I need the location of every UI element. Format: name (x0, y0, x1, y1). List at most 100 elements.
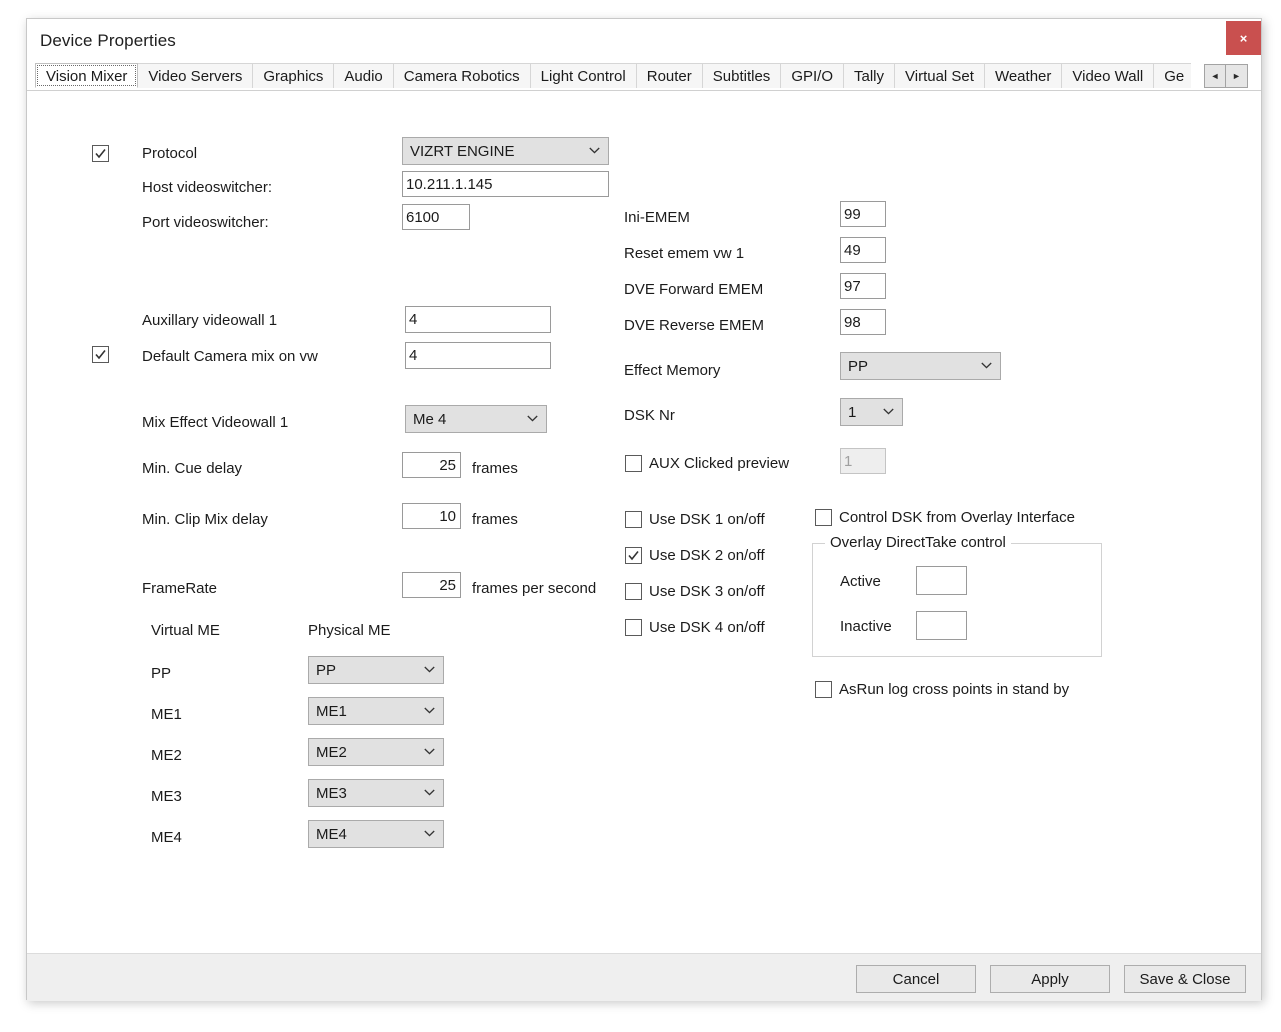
use-dsk-1-row[interactable]: Use DSK 1 on/off (625, 511, 765, 528)
mix-effect-videowall-select[interactable]: Me 4 (405, 405, 547, 433)
port-videoswitcher-label: Port videoswitcher: (142, 214, 269, 231)
chevron-down-icon (527, 415, 538, 422)
framerate-input[interactable] (402, 572, 461, 598)
tab-audio[interactable]: Audio (333, 63, 394, 88)
ini-emem-label: Ini-EMEM (624, 209, 690, 226)
tab-general[interactable]: Ge (1153, 63, 1191, 88)
tab-virtual-set[interactable]: Virtual Set (894, 63, 985, 88)
tab-weather[interactable]: Weather (983, 63, 1063, 88)
check-icon (94, 348, 107, 361)
asrun-log-row[interactable]: AsRun log cross points in stand by (815, 681, 1069, 698)
tab-subtitles[interactable]: Subtitles (701, 63, 782, 88)
vision-mixer-panel: Protocol VIZRT ENGINE Host videoswitcher… (27, 91, 1261, 953)
me-row-virtual-label: ME2 (151, 747, 182, 764)
tab-light-control[interactable]: Light Control (529, 63, 637, 88)
chevron-down-icon (424, 666, 435, 673)
overlay-active-label: Active (840, 573, 881, 590)
tab-scroll-left-icon[interactable]: ◄ (1204, 64, 1226, 88)
asrun-log-checkbox[interactable] (815, 681, 832, 698)
default-camera-mix-checkbox[interactable] (92, 346, 109, 363)
tab-gpio[interactable]: GPI/O (780, 63, 844, 88)
tab-router[interactable]: Router (635, 63, 703, 88)
virtual-me-header: Virtual ME (151, 622, 220, 639)
dialog-footer: Cancel Apply Save & Close (27, 953, 1261, 1001)
ini-emem-input[interactable] (840, 201, 886, 227)
protocol-select-value: VIZRT ENGINE (410, 143, 515, 160)
chevron-down-icon (424, 789, 435, 796)
chevron-down-icon (424, 830, 435, 837)
me-row-physical-select[interactable]: ME2 (308, 738, 444, 766)
overlay-active-input[interactable] (916, 566, 967, 595)
dsk-nr-select[interactable]: 1 (840, 398, 903, 426)
me-row-physical-select[interactable]: ME3 (308, 779, 444, 807)
tab-tally[interactable]: Tally (843, 63, 896, 88)
dve-reverse-emem-input[interactable] (840, 309, 886, 335)
protocol-label: Protocol (142, 145, 198, 162)
dsk-nr-value: 1 (848, 404, 857, 421)
close-icon[interactable]: × (1226, 21, 1261, 55)
me-row-physical-value: ME4 (316, 826, 347, 843)
overlay-inactive-input[interactable] (916, 611, 967, 640)
chevron-down-icon (589, 147, 600, 154)
apply-button[interactable]: Apply (990, 965, 1110, 993)
tab-scroll-right-icon[interactable]: ► (1226, 64, 1248, 88)
aux-videowall-input[interactable] (405, 306, 551, 333)
me-row-virtual-label: ME3 (151, 788, 182, 805)
control-dsk-overlay-checkbox[interactable] (815, 509, 832, 526)
control-dsk-overlay-label: Control DSK from Overlay Interface (839, 509, 1075, 526)
aux-clicked-preview-checkbox[interactable] (625, 455, 642, 472)
use-dsk-2-row[interactable]: Use DSK 2 on/off (625, 547, 765, 564)
effect-memory-select[interactable]: PP (840, 352, 1001, 380)
tab-video-servers[interactable]: Video Servers (137, 63, 254, 88)
framerate-label: FrameRate (142, 580, 218, 597)
host-videoswitcher-input[interactable] (402, 171, 609, 197)
save-close-button[interactable]: Save & Close (1124, 965, 1246, 993)
tab-camera-robotics[interactable]: Camera Robotics (392, 63, 531, 88)
device-properties-window: Device Properties × Vision Mixer Video Se… (26, 18, 1262, 1001)
check-icon (94, 147, 107, 160)
cancel-button[interactable]: Cancel (856, 965, 976, 993)
use-dsk-1-checkbox[interactable] (625, 511, 642, 528)
cue-delay-input[interactable] (402, 452, 461, 478)
aux-clicked-preview-row[interactable]: AUX Clicked preview (625, 455, 789, 472)
tab-video-wall[interactable]: Video Wall (1061, 63, 1155, 88)
dve-reverse-emem-label: DVE Reverse EMEM (624, 317, 765, 334)
me-row-physical-select[interactable]: ME1 (308, 697, 444, 725)
protocol-select[interactable]: VIZRT ENGINE (402, 137, 609, 165)
overlay-directtake-title: Overlay DirectTake control (825, 534, 1011, 551)
check-icon (627, 549, 640, 562)
control-dsk-overlay-row[interactable]: Control DSK from Overlay Interface (815, 509, 1075, 526)
use-dsk-4-checkbox[interactable] (625, 619, 642, 636)
chevron-down-icon (424, 707, 435, 714)
me-row-physical-value: PP (316, 662, 337, 679)
mix-effect-videowall-label: Mix Effect Videowall 1 (142, 414, 289, 431)
use-dsk-4-row[interactable]: Use DSK 4 on/off (625, 619, 765, 636)
default-camera-mix-input[interactable] (405, 342, 551, 369)
reset-emem-input[interactable] (840, 237, 886, 263)
dsk-nr-label: DSK Nr (624, 407, 675, 424)
tab-graphics[interactable]: Graphics (252, 63, 335, 88)
use-dsk-2-checkbox[interactable] (625, 547, 642, 564)
clip-mix-delay-label: Min. Clip Mix delay (142, 511, 268, 528)
me-row-physical-value: ME3 (316, 785, 347, 802)
chevron-down-icon (883, 408, 894, 415)
me-row-physical-select[interactable]: ME4 (308, 820, 444, 848)
chevron-down-icon (981, 362, 992, 369)
use-dsk-2-label: Use DSK 2 on/off (649, 547, 765, 564)
aux-videowall-label: Auxillary videowall 1 (142, 312, 278, 329)
cue-delay-unit: frames (472, 460, 518, 477)
clip-mix-delay-input[interactable] (402, 503, 461, 529)
overlay-inactive-label: Inactive (840, 618, 892, 635)
use-dsk-3-checkbox[interactable] (625, 583, 642, 600)
physical-me-header: Physical ME (308, 622, 391, 639)
use-dsk-3-row[interactable]: Use DSK 3 on/off (625, 583, 765, 600)
me-row-physical-select[interactable]: PP (308, 656, 444, 684)
protocol-checkbox[interactable] (92, 145, 109, 162)
mix-effect-videowall-value: Me 4 (413, 411, 447, 428)
tab-vision-mixer[interactable]: Vision Mixer (35, 63, 139, 88)
me-row-virtual-label: ME4 (151, 829, 182, 846)
chevron-down-icon (424, 748, 435, 755)
dve-forward-emem-label: DVE Forward EMEM (624, 281, 764, 298)
dve-forward-emem-input[interactable] (840, 273, 886, 299)
port-videoswitcher-input[interactable] (402, 204, 470, 230)
